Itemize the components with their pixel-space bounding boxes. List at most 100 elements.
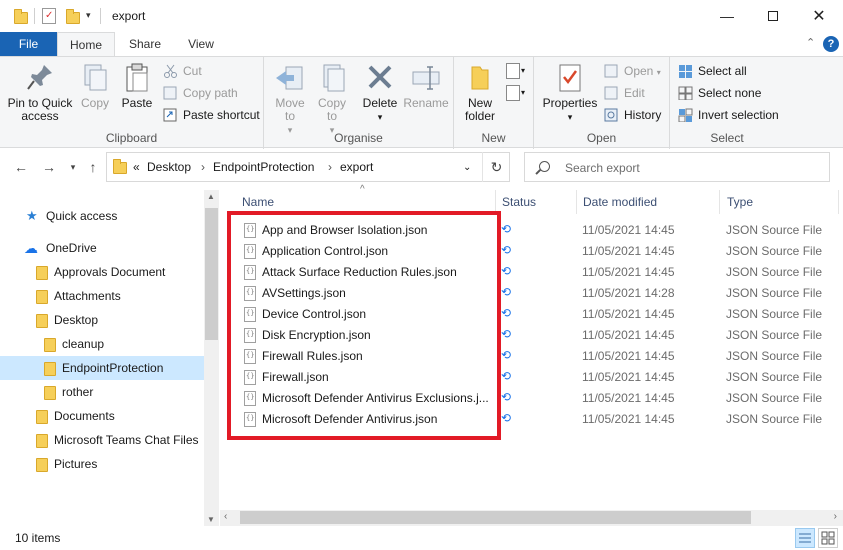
file-type: JSON Source File xyxy=(726,391,823,405)
new-item-icon[interactable]: ▾ xyxy=(506,63,525,79)
open-button[interactable]: Open ▾ xyxy=(604,61,661,81)
rename-button[interactable]: Rename xyxy=(402,61,450,110)
new-folder-quick-icon[interactable] xyxy=(66,9,80,24)
column-divider[interactable] xyxy=(838,190,839,214)
nav-onedrive[interactable]: ☁ OneDrive xyxy=(24,236,97,260)
sync-pending-icon: ⟲ xyxy=(501,390,512,404)
breadcrumb-export[interactable]: export xyxy=(340,160,373,174)
scroll-up-icon[interactable]: ▲ xyxy=(207,192,215,201)
nav-scroll-thumb[interactable] xyxy=(205,208,218,340)
paste-icon xyxy=(121,61,153,93)
file-type: JSON Source File xyxy=(726,265,823,279)
nav-item-label: cleanup xyxy=(62,337,105,351)
file-date: 11/05/2021 14:45 xyxy=(582,265,675,279)
column-status[interactable]: Status xyxy=(502,190,536,214)
nav-item-attachments[interactable]: Attachments xyxy=(0,284,204,308)
nav-item-label: Microsoft Teams Chat Files xyxy=(54,433,199,447)
properties-quick-icon[interactable]: ✓ xyxy=(42,8,56,24)
pin-to-quick-access-button[interactable]: Pin to Quick access xyxy=(6,61,74,123)
breadcrumb-desktop[interactable]: Desktop xyxy=(147,160,191,174)
large-icons-view-button[interactable] xyxy=(818,528,838,548)
nav-quick-access[interactable]: ★ Quick access xyxy=(26,204,117,228)
easy-access-icon[interactable]: ▾ xyxy=(506,85,525,101)
paste-button[interactable]: Paste xyxy=(117,61,157,110)
folder-icon xyxy=(36,458,48,472)
sync-pending-icon: ⟲ xyxy=(501,327,512,341)
column-date-modified[interactable]: Date modified xyxy=(583,190,657,214)
rename-label: Rename xyxy=(403,96,449,110)
up-button[interactable]: ↑ xyxy=(82,156,104,178)
delete-icon xyxy=(364,61,396,93)
scroll-down-icon[interactable]: ▼ xyxy=(207,515,215,524)
nav-item-approvals-document[interactable]: Approvals Document xyxy=(0,260,204,284)
move-to-button[interactable]: Move to ▾ xyxy=(270,61,310,137)
properties-button[interactable]: Properties ▾ xyxy=(540,61,600,124)
address-bar[interactable]: « Desktop › EndpointProtection › export … xyxy=(106,152,510,182)
cut-button[interactable]: Cut xyxy=(163,61,202,81)
customize-quick-access-icon[interactable]: ▾ xyxy=(86,10,91,21)
collapse-ribbon-icon[interactable]: ⌃ xyxy=(806,36,815,49)
file-type: JSON Source File xyxy=(726,349,823,363)
nav-item-pictures[interactable]: Pictures xyxy=(0,452,204,476)
horizontal-scroll-thumb[interactable] xyxy=(240,511,751,524)
file-type: JSON Source File xyxy=(726,370,823,384)
address-dropdown-icon[interactable]: ⌄ xyxy=(463,162,471,173)
copy-path-label: Copy path xyxy=(183,86,238,100)
nav-item-endpointprotection[interactable]: EndpointProtection xyxy=(0,356,204,380)
nav-item-rother[interactable]: rother xyxy=(0,380,204,404)
column-divider[interactable] xyxy=(576,190,577,214)
breadcrumb-endpointprotection[interactable]: EndpointProtection xyxy=(213,160,314,174)
search-box[interactable] xyxy=(524,152,830,182)
refresh-button[interactable]: ↻ xyxy=(482,152,510,182)
select-group: Select all Select none Invert selection … xyxy=(670,57,784,149)
copy-to-button[interactable]: Copy to ▾ xyxy=(312,61,352,137)
paste-shortcut-button[interactable]: Paste shortcut xyxy=(163,105,260,125)
history-label: History xyxy=(624,108,662,122)
tab-home[interactable]: Home xyxy=(57,32,115,57)
tab-share[interactable]: Share xyxy=(120,32,170,56)
close-button[interactable]: ✕ xyxy=(796,0,842,32)
details-view-button[interactable] xyxy=(795,528,815,548)
copy-path-button[interactable]: Copy path xyxy=(163,83,238,103)
delete-button[interactable]: Delete ▾ xyxy=(360,61,400,124)
scroll-right-icon[interactable]: › xyxy=(834,511,837,522)
nav-item-teams-chat-files[interactable]: Microsoft Teams Chat Files xyxy=(0,428,204,452)
history-button[interactable]: History xyxy=(604,105,661,125)
select-none-button[interactable]: Select none xyxy=(678,83,761,103)
file-date: 11/05/2021 14:45 xyxy=(582,391,675,405)
new-folder-button[interactable]: New folder xyxy=(458,61,502,123)
edit-button[interactable]: Edit xyxy=(604,83,645,103)
new-group: New folder ▾ ▾ New xyxy=(454,57,534,149)
column-type[interactable]: Type xyxy=(727,190,753,214)
tab-file[interactable]: File xyxy=(0,32,57,56)
invert-selection-button[interactable]: Invert selection xyxy=(678,105,779,125)
invert-selection-label: Invert selection xyxy=(698,108,779,122)
nav-item-documents[interactable]: Documents xyxy=(0,404,204,428)
nav-item-cleanup[interactable]: cleanup xyxy=(0,332,204,356)
cut-label: Cut xyxy=(183,64,202,78)
recent-locations-button[interactable]: ▾ xyxy=(62,156,84,178)
search-input[interactable] xyxy=(565,159,815,177)
copy-button[interactable]: Copy xyxy=(76,61,114,110)
nav-quick-access-label: Quick access xyxy=(46,209,118,223)
invert-selection-icon xyxy=(678,108,693,123)
minimize-button[interactable]: — xyxy=(704,0,750,32)
sync-pending-icon: ⟲ xyxy=(501,369,512,383)
help-icon[interactable]: ? xyxy=(823,36,839,52)
large-icons-view-icon xyxy=(821,531,835,545)
tab-view[interactable]: View xyxy=(176,32,226,56)
folder-icon xyxy=(44,338,56,352)
breadcrumb-overflow[interactable]: « xyxy=(133,160,140,174)
sync-pending-icon: ⟲ xyxy=(501,285,512,299)
back-button[interactable]: ← xyxy=(10,156,32,178)
column-divider[interactable] xyxy=(719,190,720,214)
forward-button[interactable]: → xyxy=(38,156,60,178)
scroll-left-icon[interactable]: ‹ xyxy=(224,511,227,522)
select-all-button[interactable]: Select all xyxy=(678,61,747,81)
file-date: 11/05/2021 14:45 xyxy=(582,328,675,342)
file-date: 11/05/2021 14:45 xyxy=(582,307,675,321)
file-type: JSON Source File xyxy=(726,412,823,426)
nav-item-desktop[interactable]: Desktop xyxy=(0,308,204,332)
sync-pending-icon: ⟲ xyxy=(501,222,512,236)
maximize-button[interactable] xyxy=(750,0,796,32)
